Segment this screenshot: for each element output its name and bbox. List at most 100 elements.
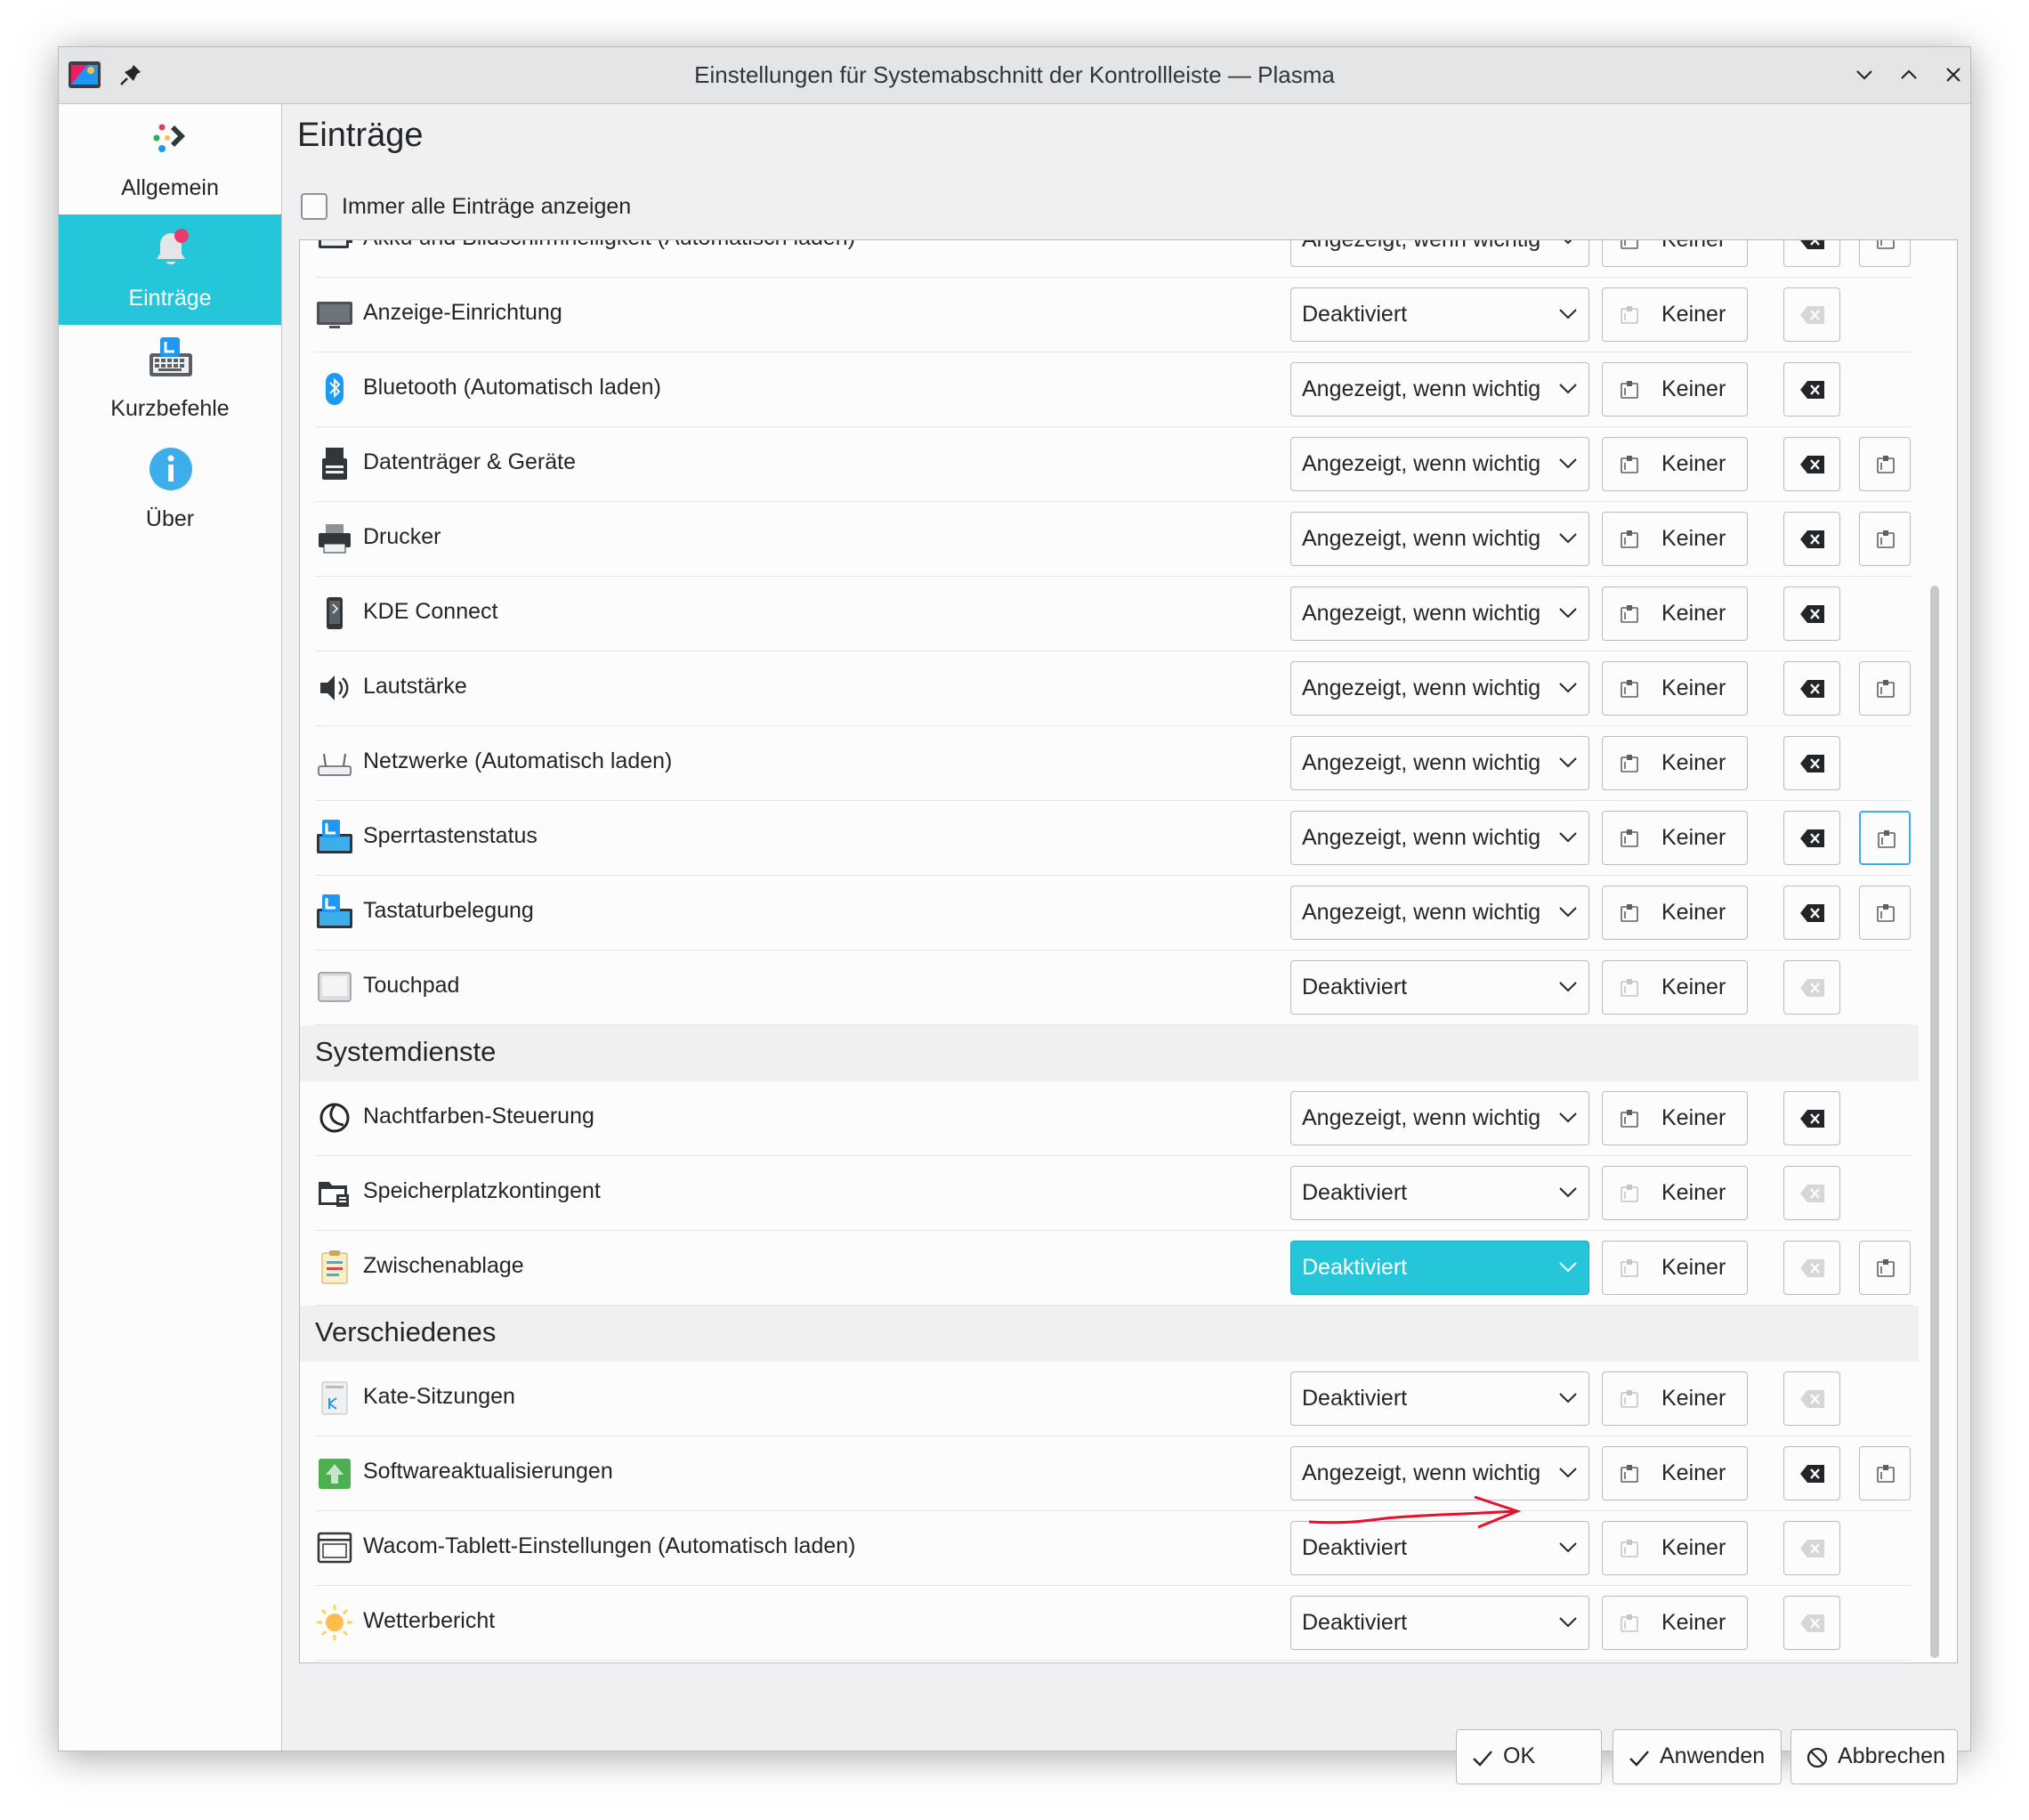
shortcut-button[interactable]: Keiner	[1602, 586, 1748, 641]
shortcut-button[interactable]: Keiner	[1602, 960, 1748, 1015]
shortcut-button[interactable]: Keiner	[1602, 661, 1748, 716]
clear-shortcut-button[interactable]	[1783, 1166, 1840, 1220]
visibility-dropdown[interactable]: Angezeigt, wenn wichtig	[1290, 736, 1589, 790]
clear-shortcut-button[interactable]	[1783, 287, 1840, 342]
apply-label: Anwenden	[1660, 1743, 1766, 1768]
backspace-clear-icon	[1800, 456, 1824, 473]
shortcut-button[interactable]: Keiner	[1602, 1596, 1748, 1650]
visibility-dropdown[interactable]: Deaktiviert	[1290, 1166, 1589, 1220]
weather-sun-icon	[317, 1605, 352, 1640]
ok-button[interactable]: OK	[1456, 1729, 1602, 1784]
close-button[interactable]	[1938, 60, 1968, 90]
visibility-dropdown[interactable]: Angezeigt, wenn wichtig	[1290, 362, 1589, 417]
list-item: Datenträger & Geräte Angezeigt, wenn wich…	[315, 427, 1912, 502]
shortcut-button[interactable]: Keiner	[1602, 811, 1748, 865]
shortcut-button[interactable]: Keiner	[1602, 1166, 1748, 1220]
visibility-dropdown[interactable]: Angezeigt, wenn wichtig	[1290, 811, 1589, 865]
sidebar-item-label: Einträge	[128, 286, 212, 311]
backspace-clear-icon	[1800, 1390, 1824, 1408]
list-item: Kate-Sitzungen Deaktiviert Keiner	[315, 1362, 1912, 1436]
visibility-dropdown[interactable]: Angezeigt, wenn wichtig	[1290, 661, 1589, 716]
entries-list[interactable]: Akku und Bildschirmhelligkeit (Automatis…	[299, 239, 1958, 1663]
visibility-dropdown[interactable]: Angezeigt, wenn wichtig	[1290, 586, 1589, 641]
cancel-icon	[1807, 1747, 1828, 1768]
clear-shortcut-button[interactable]	[1783, 437, 1840, 491]
shortcut-button[interactable]: Keiner	[1602, 437, 1748, 491]
chevron-down-icon	[1559, 832, 1577, 843]
shortcut-value: Keiner	[1661, 825, 1726, 850]
clear-shortcut-button[interactable]	[1783, 960, 1840, 1015]
network-router-icon	[318, 753, 352, 776]
clear-shortcut-button[interactable]	[1783, 586, 1840, 641]
clear-shortcut-button[interactable]	[1783, 362, 1840, 417]
minimize-button[interactable]	[1849, 60, 1879, 90]
visibility-dropdown[interactable]: Deaktiviert	[1290, 1241, 1589, 1295]
shortcut-button[interactable]: Keiner	[1602, 1091, 1748, 1145]
sidebar-item-eintraege[interactable]: Einträge	[59, 214, 281, 325]
clear-shortcut-button[interactable]	[1783, 1596, 1840, 1650]
shortcut-value: Keiner	[1661, 1386, 1726, 1411]
configure-icon	[1877, 530, 1895, 548]
maximize-button[interactable]	[1894, 60, 1924, 90]
checkbox[interactable]	[301, 193, 327, 220]
list-item: Speicherplatzkontingent Deaktiviert Keiner	[315, 1156, 1912, 1231]
sidebar-item-allgemein[interactable]: Allgemein	[59, 104, 281, 214]
shortcut-value: Keiner	[1661, 675, 1726, 700]
apply-button[interactable]: Anwenden	[1613, 1729, 1782, 1784]
clear-shortcut-button[interactable]	[1783, 886, 1840, 940]
shortcut-button[interactable]: Keiner	[1602, 1446, 1748, 1500]
visibility-dropdown[interactable]: Deaktiviert	[1290, 960, 1589, 1015]
shortcut-button[interactable]: Keiner	[1602, 240, 1748, 267]
clear-shortcut-button[interactable]	[1783, 1521, 1840, 1575]
clear-shortcut-button[interactable]	[1783, 661, 1840, 716]
configure-button[interactable]	[1859, 886, 1911, 940]
clear-shortcut-button[interactable]	[1783, 811, 1840, 865]
clear-shortcut-button[interactable]	[1783, 512, 1840, 566]
configure-button[interactable]	[1859, 811, 1911, 865]
entry-name: Kate-Sitzungen	[363, 1384, 515, 1409]
visibility-dropdown[interactable]: Angezeigt, wenn wichtig	[1290, 1091, 1589, 1145]
visibility-dropdown[interactable]: Angezeigt, wenn wichtig	[1290, 512, 1589, 566]
shortcut-button[interactable]: Keiner	[1602, 736, 1748, 790]
clear-shortcut-button[interactable]	[1783, 1241, 1840, 1295]
shortcut-button[interactable]: Keiner	[1602, 512, 1748, 566]
shortcut-button[interactable]: Keiner	[1602, 1371, 1748, 1426]
night-color-icon	[319, 1103, 350, 1133]
cancel-button[interactable]: Abbrechen	[1791, 1729, 1958, 1784]
list-item: Touchpad Deaktiviert Keiner	[315, 950, 1912, 1025]
configure-button[interactable]	[1859, 1446, 1911, 1500]
visibility-dropdown[interactable]: Deaktiviert	[1290, 1371, 1589, 1426]
clear-shortcut-button[interactable]	[1783, 1446, 1840, 1500]
shortcut-button[interactable]: Keiner	[1602, 1521, 1748, 1575]
configure-button[interactable]	[1859, 240, 1911, 267]
visibility-dropdown[interactable]: Deaktiviert	[1290, 287, 1589, 342]
clear-shortcut-button[interactable]	[1783, 1091, 1840, 1145]
visibility-dropdown[interactable]: Angezeigt, wenn wichtig	[1290, 437, 1589, 491]
visibility-value: Angezeigt, wenn wichtig	[1302, 526, 1541, 551]
visibility-dropdown[interactable]: Angezeigt, wenn wichtig	[1290, 886, 1589, 940]
shortcut-button[interactable]: Keiner	[1602, 362, 1748, 417]
visibility-dropdown[interactable]: Angezeigt, wenn wichtig	[1290, 240, 1589, 267]
shortcut-button[interactable]: Keiner	[1602, 287, 1748, 342]
scrollbar-thumb[interactable]	[1930, 586, 1939, 1658]
scrollbar[interactable]	[1922, 240, 1949, 1662]
chevron-down-icon	[1559, 1187, 1577, 1198]
clear-shortcut-button[interactable]	[1783, 1371, 1840, 1426]
sidebar-item-kurzbefehle[interactable]: Kurzbefehle	[59, 325, 281, 435]
list-item: Wacom-Tablett-Einstellungen (Automatisch…	[315, 1511, 1912, 1586]
clear-shortcut-button[interactable]	[1783, 736, 1840, 790]
configure-button[interactable]	[1859, 512, 1911, 566]
configure-button[interactable]	[1859, 661, 1911, 716]
visibility-dropdown[interactable]: Deaktiviert	[1290, 1596, 1589, 1650]
shortcut-button[interactable]: Keiner	[1602, 1241, 1748, 1295]
chevron-down-icon	[1559, 1617, 1577, 1628]
sidebar-item-ueber[interactable]: Über	[59, 435, 281, 546]
chevron-down-icon	[1564, 240, 1572, 245]
keyboard-icon	[317, 820, 352, 853]
entry-name: Zwischenablage	[363, 1253, 524, 1278]
clear-shortcut-button[interactable]	[1783, 240, 1840, 267]
shortcut-button[interactable]: Keiner	[1602, 886, 1748, 940]
configure-button[interactable]	[1859, 1241, 1911, 1295]
configure-button[interactable]	[1859, 437, 1911, 491]
backspace-clear-icon	[1800, 1614, 1824, 1632]
